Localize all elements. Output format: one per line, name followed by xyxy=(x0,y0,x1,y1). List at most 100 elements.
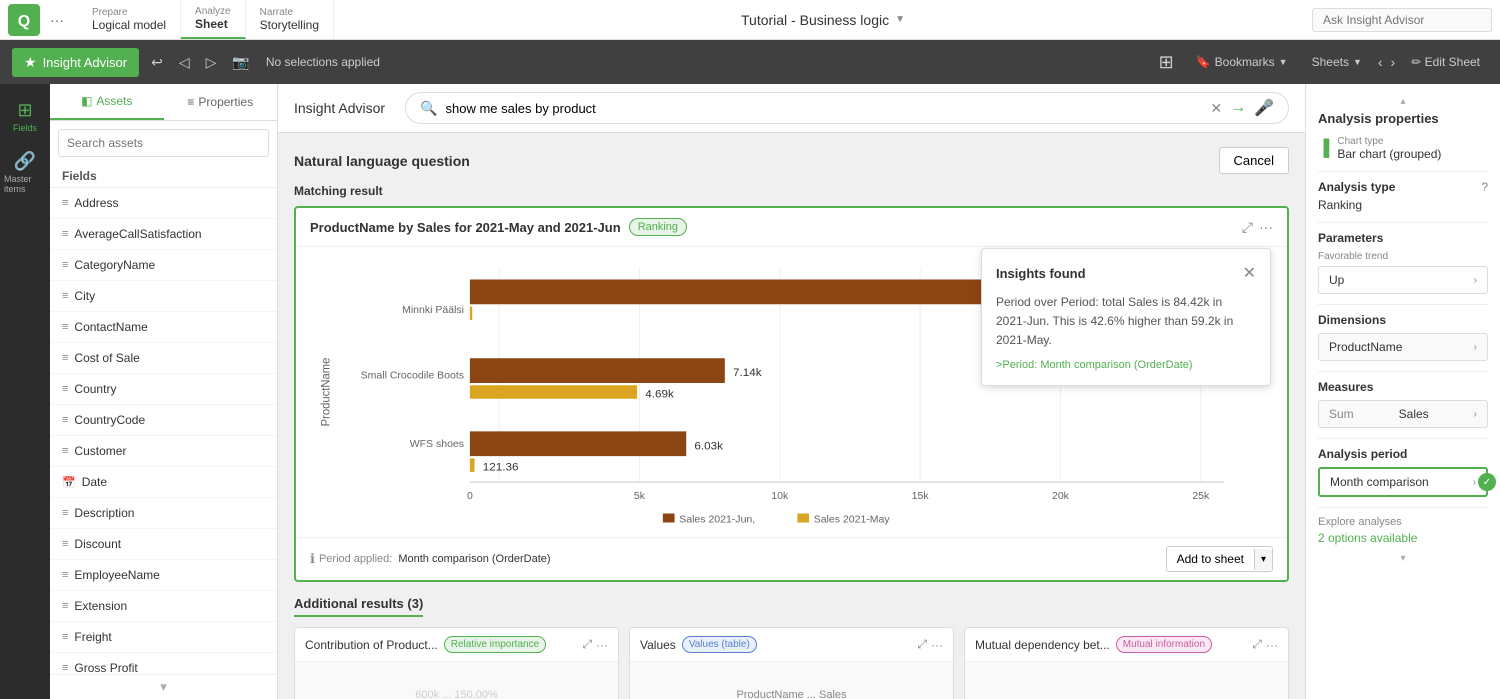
fields-section-header: Fields xyxy=(50,165,277,188)
next-sheet-btn[interactable]: › xyxy=(1391,54,1396,70)
explore-analyses-link[interactable]: 2 options available xyxy=(1318,531,1417,545)
chart-title: ProductName by Sales for 2021-May and 20… xyxy=(310,220,621,235)
main-chart-card: ProductName by Sales for 2021-May and 20… xyxy=(294,206,1289,582)
list-item[interactable]: ≡ EmployeeName xyxy=(50,560,277,591)
clear-search-icon[interactable]: ✕ xyxy=(1210,100,1222,117)
ia-search-input[interactable] xyxy=(446,101,1203,116)
toolbar-selection-clear[interactable]: ↩ xyxy=(147,50,167,75)
insight-advisor-button[interactable]: ★ Insight Advisor xyxy=(12,48,139,77)
mini-card-expand-btn-3[interactable]: ⤢ xyxy=(1252,637,1262,652)
assets-tab-icon: ◧ xyxy=(81,94,92,108)
analysis-type-info-icon[interactable]: ? xyxy=(1481,180,1488,194)
list-item[interactable]: ≡ Description xyxy=(50,498,277,529)
prev-sheet-btn[interactable]: ‹ xyxy=(1378,54,1383,70)
submit-search-icon[interactable]: → xyxy=(1230,99,1246,117)
list-item[interactable]: ≡ Freight xyxy=(50,622,277,653)
period-info: ℹ Period applied: Month comparison (Orde… xyxy=(310,551,551,567)
list-item[interactable]: ≡ Address xyxy=(50,188,277,219)
assets-tab-label: Assets xyxy=(96,94,132,108)
mini-card-body-2: ProductName ... Sales xyxy=(630,662,953,699)
mini-card-more-btn-2[interactable]: ··· xyxy=(931,637,943,652)
nlq-title-bar: Natural language question Cancel xyxy=(294,147,1289,174)
properties-tab-icon: ≡ xyxy=(187,95,194,109)
toolbar-grid-view-btn[interactable]: ⊞ xyxy=(1153,48,1180,77)
toolbar-snapshot-btn[interactable]: 📷 xyxy=(228,50,253,75)
tab-assets[interactable]: ◧ Assets xyxy=(50,84,164,120)
nav-analyze-sub: Sheet xyxy=(195,17,231,31)
list-item[interactable]: ≡ Discount xyxy=(50,529,277,560)
fields-panel-tabs: ◧ Assets ≡ Properties xyxy=(50,84,277,121)
mini-card-header: Values Values (table) ⤢ ··· xyxy=(630,628,953,662)
list-item[interactable]: ≡ ContactName xyxy=(50,312,277,343)
insights-body-text: Period over Period: total Sales is 84.42… xyxy=(996,293,1256,351)
nlq-title: Natural language question xyxy=(294,153,470,169)
edit-sheet-btn[interactable]: ✏ Edit Sheet xyxy=(1403,51,1488,73)
mini-card-actions: ⤢ ··· xyxy=(917,637,943,652)
month-comparison-select[interactable]: Month comparison › ✓ xyxy=(1318,467,1488,497)
nav-center: Tutorial - Business logic ▼ xyxy=(334,12,1312,28)
ia-header-bar: Insight Advisor 🔍 ✕ → 🎤 xyxy=(278,84,1305,133)
nav-prepare[interactable]: Prepare Logical model xyxy=(78,0,181,39)
chart-more-btn[interactable]: ··· xyxy=(1259,219,1273,236)
app-title[interactable]: Tutorial - Business logic ▼ xyxy=(741,12,905,28)
svg-text:0: 0 xyxy=(467,491,473,502)
main-layout: ⊞ Fields 🔗 Master items ◧ Assets ≡ Prope… xyxy=(0,84,1500,699)
bookmarks-dropdown-icon: ▼ xyxy=(1279,57,1288,67)
nav-more-button[interactable]: ··· xyxy=(44,8,70,32)
list-item[interactable]: ≡ Extension xyxy=(50,591,277,622)
cancel-button[interactable]: Cancel xyxy=(1219,147,1289,174)
scroll-up-indicator: ▴ xyxy=(1318,96,1488,107)
chart-expand-btn[interactable]: ⤢ xyxy=(1242,219,1253,236)
toolbar-forward-btn[interactable]: ▷ xyxy=(202,50,221,75)
dimension-select[interactable]: ProductName › xyxy=(1318,333,1488,361)
add-to-sheet-caret-btn[interactable]: ▾ xyxy=(1254,549,1272,570)
ia-search-box: 🔍 ✕ → 🎤 xyxy=(405,92,1289,124)
measure-select[interactable]: Sum Sales › xyxy=(1318,400,1488,428)
mini-card-more-btn-3[interactable]: ··· xyxy=(1266,637,1278,652)
search-assets-input[interactable] xyxy=(58,129,269,157)
fields-icon: ⊞ xyxy=(17,100,32,121)
bookmarks-button[interactable]: 🔖 Bookmarks ▼ xyxy=(1188,51,1296,73)
sidebar-item-master-items[interactable]: 🔗 Master items xyxy=(0,143,50,202)
list-item[interactable]: ≡ City xyxy=(50,281,277,312)
list-item[interactable]: ≡ Customer xyxy=(50,436,277,467)
measures-section: Measures Sum Sales › xyxy=(1318,380,1488,428)
list-item[interactable]: 📅 Date xyxy=(50,467,277,498)
nav-narrate[interactable]: Narrate Storytelling xyxy=(246,0,334,39)
ask-insight-input[interactable] xyxy=(1312,8,1492,32)
insights-close-btn[interactable]: ✕ xyxy=(1243,263,1256,283)
field-icon: ≡ xyxy=(62,321,68,333)
insights-period-link[interactable]: >Period: Month comparison (OrderDate) xyxy=(996,359,1256,371)
add-to-sheet-btn[interactable]: Add to sheet xyxy=(1167,547,1254,571)
list-item[interactable]: ≡ Gross Profit xyxy=(50,653,277,674)
mic-icon[interactable]: 🎤 xyxy=(1254,98,1274,118)
toolbar-back-btn[interactable]: ◁ xyxy=(175,50,194,75)
additional-results-title: Additional results (3) xyxy=(294,596,423,617)
relative-importance-badge: Relative importance xyxy=(444,636,546,653)
field-label: Freight xyxy=(74,630,111,644)
field-label: Date xyxy=(82,475,107,489)
sidebar-item-fields[interactable]: ⊞ Fields xyxy=(0,92,50,141)
field-icon: ≡ xyxy=(62,383,68,395)
qlik-logo: Q xyxy=(8,4,40,36)
list-item[interactable]: ≡ AverageCallSatisfaction xyxy=(50,219,277,250)
period-applied-value: Month comparison (OrderDate) xyxy=(398,553,550,565)
toolbar-no-selections: No selections applied xyxy=(266,55,380,69)
mini-card-expand-btn[interactable]: ⤢ xyxy=(582,637,592,652)
properties-tab-label: Properties xyxy=(198,95,253,109)
mini-card-expand-btn-2[interactable]: ⤢ xyxy=(917,637,927,652)
additional-results-section: Additional results (3) Contribution of P… xyxy=(294,596,1289,699)
sheets-button[interactable]: Sheets ▼ xyxy=(1304,51,1370,73)
favorable-trend-select[interactable]: Up › xyxy=(1318,266,1488,294)
analysis-type-value: Ranking xyxy=(1318,198,1488,212)
mini-card-more-btn[interactable]: ··· xyxy=(596,637,608,652)
left-sidebar: ⊞ Fields 🔗 Master items xyxy=(0,84,50,699)
list-item[interactable]: ≡ Country xyxy=(50,374,277,405)
tab-properties[interactable]: ≡ Properties xyxy=(164,84,278,120)
list-item[interactable]: ≡ CategoryName xyxy=(50,250,277,281)
nav-analyze[interactable]: Analyze Sheet xyxy=(181,0,246,39)
svg-text:WFS shoes: WFS shoes xyxy=(410,439,464,450)
list-item[interactable]: ≡ Cost of Sale xyxy=(50,343,277,374)
add-to-sheet-wrapper: Add to sheet ▾ xyxy=(1166,546,1273,572)
list-item[interactable]: ≡ CountryCode xyxy=(50,405,277,436)
